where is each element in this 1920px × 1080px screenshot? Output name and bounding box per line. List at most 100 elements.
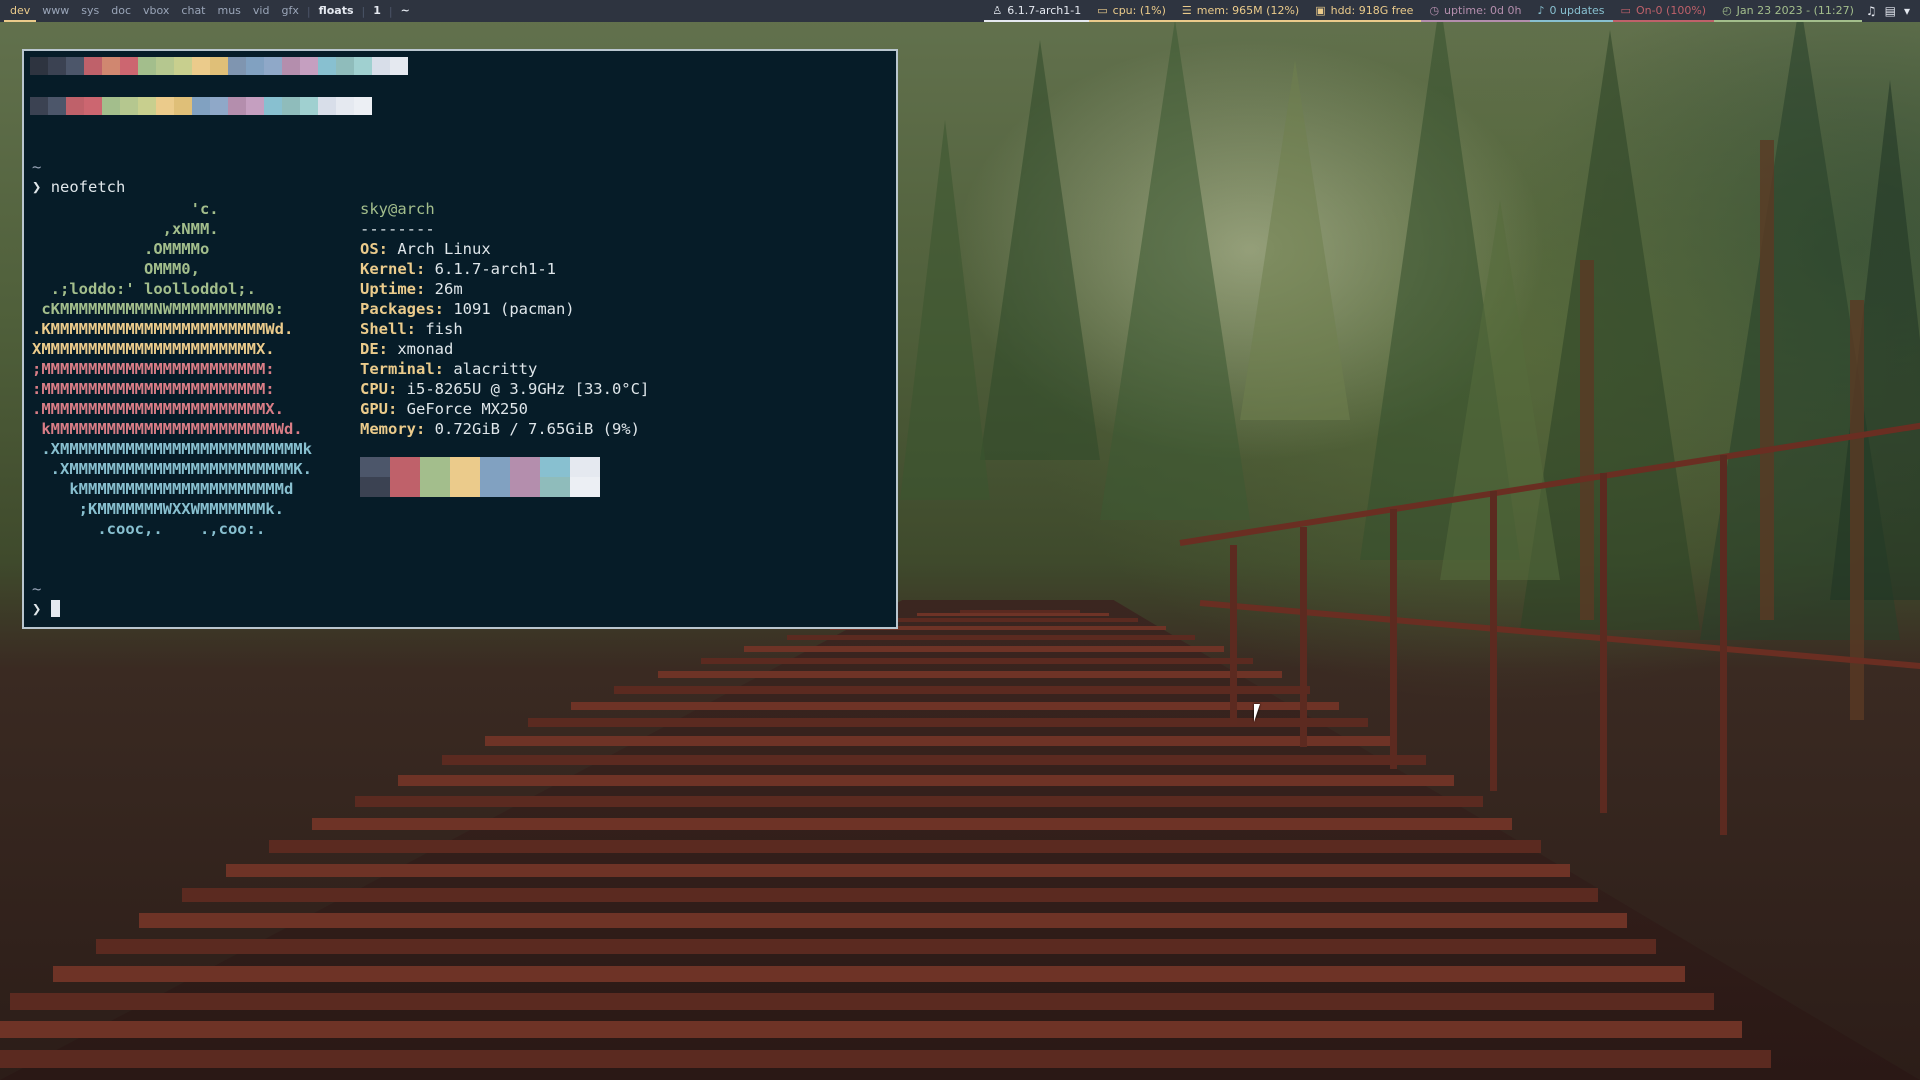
swatch-column (360, 457, 390, 497)
color-cell (102, 97, 120, 115)
status-hdd[interactable]: ▣ hdd: 918G free (1307, 0, 1422, 22)
color-cell (282, 57, 300, 75)
railing-post (1720, 455, 1727, 835)
info-value: 0.72GiB / 7.65GiB (9%) (434, 420, 640, 438)
color-cell (264, 57, 282, 75)
info-key: Shell (360, 320, 407, 338)
workspace-gfx[interactable]: gfx (275, 0, 304, 22)
prompt-directory: ~ (32, 158, 42, 176)
status-battery[interactable]: ▭ On-0 (100%) (1612, 0, 1715, 22)
workspace-mus[interactable]: mus (212, 0, 247, 22)
status-mem[interactable]: ☰ mem: 965M (12%) (1173, 0, 1308, 22)
separator: | (306, 4, 311, 18)
workspace-www[interactable]: www (36, 0, 75, 22)
window-count: 1 (373, 4, 381, 17)
sleeper-beam (268, 840, 1541, 854)
color-cell (192, 97, 210, 115)
info-gpu: GPU: GeForce MX250 (360, 399, 649, 419)
railing-post (1390, 509, 1397, 769)
ascii-line: .OMMMMo (32, 240, 210, 258)
workspace-chat[interactable]: chat (175, 0, 211, 22)
network-icon[interactable]: ▾ (1900, 4, 1914, 18)
ascii-line: XMMMMMMMMMMMMMMMMMMMMMMMX. (32, 340, 275, 358)
status-clock[interactable]: ◴ Jan 23 2023 - (11:27) (1714, 0, 1862, 22)
swatch-top (540, 457, 570, 477)
color-bar-top (30, 57, 408, 75)
info-colon: : (378, 240, 398, 258)
color-cell (246, 57, 264, 75)
color-cell (282, 97, 300, 115)
sleeper-beam (9, 993, 1714, 1011)
color-cell (192, 57, 210, 75)
clipboard-icon[interactable]: ▤ (1881, 4, 1900, 18)
swatch-bottom (480, 477, 510, 497)
swatch-top (570, 457, 600, 477)
info-value: alacritty (453, 360, 538, 378)
color-cell (102, 57, 120, 75)
info-value: fish (425, 320, 463, 338)
workspace-list: dev www sys doc vbox chat mus vid gfx | floats | 1 | ~ (0, 0, 416, 22)
sleeper-beam (614, 685, 1311, 694)
color-cell (48, 97, 66, 115)
color-cell (156, 97, 174, 115)
status-kernel[interactable]: ♙ 6.1.7-arch1-1 (984, 0, 1090, 22)
status-cpu[interactable]: ▭ cpu: (1%) (1089, 0, 1174, 22)
color-cell (120, 97, 138, 115)
status-mem-text: mem: 965M (12%) (1196, 3, 1300, 17)
swatch-column (420, 457, 450, 497)
command-line: ❯ neofetch (32, 177, 125, 197)
workspace-vbox[interactable]: vbox (137, 0, 175, 22)
sleeper-beam (52, 965, 1685, 982)
color-cell (138, 57, 156, 75)
battery-icon: ▭ (1620, 3, 1631, 17)
tree-trunk (1760, 140, 1774, 620)
ascii-line: cKMMMMMMMMMMNWMMMMMMMMMM0: (32, 300, 284, 318)
workspace-dev[interactable]: dev (4, 0, 37, 22)
swatch-bottom (450, 477, 480, 497)
railing-post (1490, 491, 1497, 791)
info-value: xmonad (397, 340, 454, 358)
info-value: 6.1.7-arch1-1 (434, 260, 556, 278)
color-bar-bottom (30, 97, 372, 115)
prompt-symbol-2: ❯ (32, 600, 42, 618)
layout-indicator[interactable]: floats (313, 0, 360, 22)
info-memory: Memory: 0.72GiB / 7.65GiB (9%) (360, 419, 649, 439)
color-cell (228, 97, 246, 115)
info-cpu: CPU: i5-8265U @ 3.9GHz [33.0°C] (360, 379, 649, 399)
tree-shape (1240, 60, 1350, 420)
status-uptime[interactable]: ◷ uptime: 0d 0h (1421, 0, 1530, 22)
color-cell (84, 97, 102, 115)
mouse-pointer (1254, 704, 1260, 722)
color-cell (48, 57, 66, 75)
info-key: Packages (360, 300, 435, 318)
workspace-doc[interactable]: doc (105, 0, 137, 22)
sleeper-beam (744, 645, 1224, 652)
text-cursor (50, 600, 60, 617)
ascii-line: kMMMMMMMMMMMMMMMMMMMMMMMMWd. (32, 420, 303, 438)
status-cpu-text: cpu: (1%) (1112, 3, 1166, 17)
prompt-directory-2: ~ (32, 580, 42, 598)
info-key: GPU (360, 400, 388, 418)
ascii-line: 'c. (32, 200, 219, 218)
info-packages: Packages: 1091 (pacman) (360, 299, 649, 319)
volume-icon[interactable]: ♫ (1862, 4, 1881, 18)
color-cell (174, 97, 192, 115)
workspace-sys[interactable]: sys (75, 0, 105, 22)
info-kernel: Kernel: 6.1.7-arch1-1 (360, 259, 649, 279)
info-colon: : (378, 340, 398, 358)
swatch-bottom (510, 477, 540, 497)
tree-shape (900, 120, 990, 500)
separator: | (388, 4, 393, 18)
sleeper-beam (571, 701, 1340, 710)
sleeper-beam (139, 912, 1628, 928)
swatch-column (540, 457, 570, 497)
terminal-window[interactable]: ~ ❯ neofetch 'c. ,xNMM. .OMMMMo OMMM0, .… (22, 49, 898, 629)
info-key: CPU (360, 380, 388, 398)
info-colon: : (388, 380, 407, 398)
ascii-line: .;loddo:' loolloddol;. (32, 280, 256, 298)
swatch-bottom (570, 477, 600, 497)
workspace-vid[interactable]: vid (247, 0, 276, 22)
sleeper-beam (96, 938, 1656, 954)
command-line-2[interactable]: ❯ (32, 599, 60, 619)
status-updates[interactable]: ♪ 0 updates (1529, 0, 1613, 22)
